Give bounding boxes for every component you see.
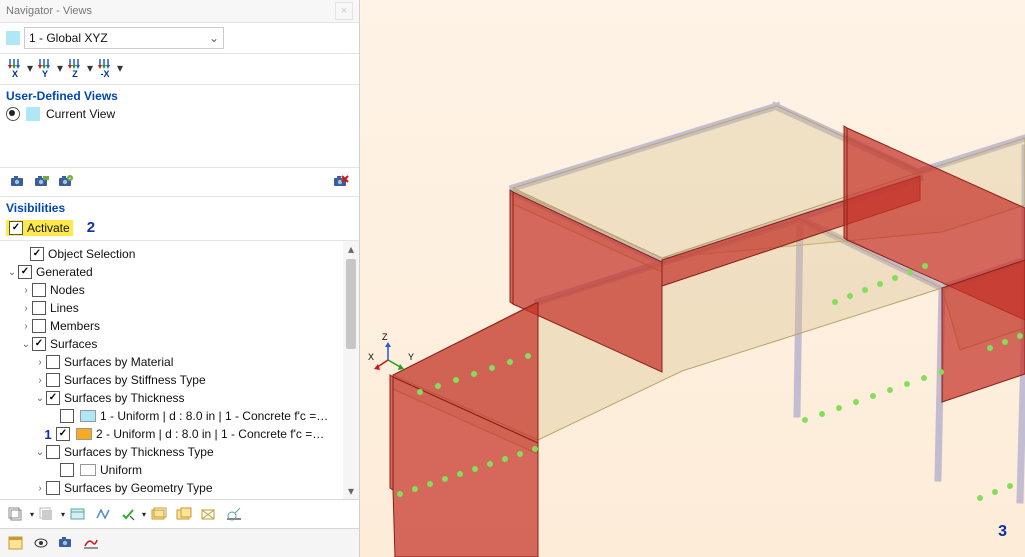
collapse-icon[interactable]: ⌄ bbox=[20, 339, 32, 350]
nodes-checkbox[interactable] bbox=[32, 283, 46, 297]
add-view-icon[interactable]: + bbox=[54, 170, 78, 194]
visibility-toolbar: ▾ ▾ ▾ bbox=[0, 499, 359, 528]
tool-7-icon[interactable] bbox=[172, 502, 196, 526]
thick1-checkbox[interactable] bbox=[60, 409, 74, 423]
expand-icon[interactable]: › bbox=[34, 357, 46, 368]
tab-views-icon[interactable] bbox=[54, 531, 78, 555]
surf-thicktype-checkbox[interactable] bbox=[46, 445, 60, 459]
tree-item-surfaces-by-material[interactable]: › Surfaces by Material bbox=[0, 353, 343, 371]
tree-item-uniform[interactable]: Uniform bbox=[0, 461, 343, 479]
tree-item-lines[interactable]: › Lines bbox=[0, 299, 343, 317]
chevron-down-icon: ⌄ bbox=[209, 31, 219, 45]
tool-5-icon[interactable] bbox=[116, 502, 140, 526]
tree-item-surfaces[interactable]: ⌄ Surfaces bbox=[0, 335, 343, 353]
axis-color-swatch bbox=[6, 31, 20, 45]
tree-item-surfaces-by-thickness[interactable]: ⌄ Surfaces by Thickness bbox=[0, 389, 343, 407]
view-negx-drop-icon[interactable]: ▾ bbox=[116, 61, 124, 75]
navigator-panel: Navigator - Views × 1 - Global XYZ ⌄ X ▾… bbox=[0, 0, 360, 557]
tool-3-icon[interactable] bbox=[66, 502, 90, 526]
view-y-button[interactable]: Y bbox=[34, 56, 56, 80]
tree-item-members[interactable]: › Members bbox=[0, 317, 343, 335]
surf-geom-checkbox[interactable] bbox=[46, 481, 60, 495]
expand-icon[interactable]: › bbox=[34, 375, 46, 386]
view-x-button[interactable]: X bbox=[4, 56, 26, 80]
expand-icon[interactable]: › bbox=[20, 303, 32, 314]
tool-8-icon[interactable] bbox=[197, 502, 221, 526]
annotation-3: 3 bbox=[998, 523, 1007, 541]
tool-2-icon[interactable] bbox=[35, 502, 59, 526]
view-x-drop-icon[interactable]: ▾ bbox=[26, 61, 34, 75]
navigator-titlebar: Navigator - Views × bbox=[0, 0, 359, 23]
view-z-drop-icon[interactable]: ▾ bbox=[86, 61, 94, 75]
thickness-2-swatch bbox=[76, 428, 92, 440]
tab-display-icon[interactable] bbox=[29, 531, 53, 555]
tree-item-nodes[interactable]: › Nodes bbox=[0, 281, 343, 299]
model-canvas bbox=[360, 0, 1025, 557]
navigator-tabs bbox=[0, 528, 359, 557]
save-view-icon[interactable] bbox=[6, 170, 30, 194]
thick2-checkbox[interactable] bbox=[56, 427, 70, 441]
tool-4-icon[interactable] bbox=[91, 502, 115, 526]
lines-checkbox[interactable] bbox=[32, 301, 46, 315]
annotation-2: 2 bbox=[87, 219, 95, 236]
tool-6-icon[interactable] bbox=[147, 502, 171, 526]
activate-checkbox[interactable] bbox=[9, 221, 23, 235]
view-z-button[interactable]: Z bbox=[64, 56, 86, 80]
object-selection-checkbox[interactable] bbox=[30, 247, 44, 261]
tab-data-icon[interactable] bbox=[4, 531, 28, 555]
tree-item-generated[interactable]: ⌄ Generated bbox=[0, 263, 343, 281]
view-y-drop-icon[interactable]: ▾ bbox=[56, 61, 64, 75]
current-view-swatch bbox=[26, 107, 40, 121]
camera-toolbar: + bbox=[0, 167, 359, 197]
current-view-label: Current View bbox=[46, 107, 115, 121]
navigator-title: Navigator - Views bbox=[6, 5, 92, 17]
current-view-row[interactable]: Current View bbox=[0, 105, 359, 125]
tool-1-icon[interactable] bbox=[4, 502, 28, 526]
tree-item-surfaces-by-thickness-type[interactable]: ⌄ Surfaces by Thickness Type bbox=[0, 443, 343, 461]
annotation-1: 1 bbox=[40, 427, 56, 442]
user-defined-views-heading: User-Defined Views bbox=[0, 85, 359, 105]
tree-item-thickness-2[interactable]: 1 2 - Uniform | d : 8.0 in | 1 - Concret… bbox=[0, 425, 343, 443]
collapse-icon[interactable]: ⌄ bbox=[34, 393, 46, 404]
members-checkbox[interactable] bbox=[32, 319, 46, 333]
tree-item-surfaces-by-stiffness[interactable]: › Surfaces by Stiffness Type bbox=[0, 371, 343, 389]
tree-item-surfaces-by-geometry[interactable]: › Surfaces by Geometry Type bbox=[0, 479, 343, 497]
view-negx-button[interactable]: -X bbox=[94, 56, 116, 80]
surf-thick-checkbox[interactable] bbox=[46, 391, 60, 405]
close-icon[interactable]: × bbox=[335, 2, 353, 20]
delete-view-icon[interactable] bbox=[329, 170, 353, 194]
surf-stiff-checkbox[interactable] bbox=[46, 373, 60, 387]
expand-icon[interactable]: › bbox=[20, 285, 32, 296]
tool-9-icon[interactable] bbox=[222, 502, 246, 526]
tab-results-icon[interactable] bbox=[79, 531, 103, 555]
scroll-up-icon[interactable]: ▴ bbox=[343, 241, 359, 257]
tree-scrollbar[interactable]: ▴ ▾ bbox=[343, 241, 359, 499]
axis-system-row: 1 - Global XYZ ⌄ bbox=[0, 23, 359, 54]
model-viewport[interactable]: Z Y X 3 bbox=[360, 0, 1025, 557]
uniform-checkbox[interactable] bbox=[60, 463, 74, 477]
scroll-thumb[interactable] bbox=[346, 259, 356, 349]
surfaces-checkbox[interactable] bbox=[32, 337, 46, 351]
activate-row: Activate 2 bbox=[0, 217, 359, 240]
tree-item-object-selection[interactable]: Object Selection bbox=[0, 245, 343, 263]
surf-material-checkbox[interactable] bbox=[46, 355, 60, 369]
axis-toolbar: X ▾ Y ▾ Z ▾ -X ▾ bbox=[0, 54, 359, 85]
scroll-down-icon[interactable]: ▾ bbox=[343, 483, 359, 499]
visibilities-heading: Visibilities bbox=[0, 197, 359, 217]
collapse-icon[interactable]: ⌄ bbox=[34, 447, 46, 458]
axis-system-dropdown[interactable]: 1 - Global XYZ ⌄ bbox=[24, 27, 224, 49]
expand-icon[interactable]: ⌄ bbox=[6, 267, 18, 278]
current-view-radio[interactable] bbox=[6, 107, 20, 121]
expand-icon[interactable]: › bbox=[20, 321, 32, 332]
svg-text:+: + bbox=[69, 176, 72, 182]
tree-item-thickness-1[interactable]: 1 - Uniform | d : 8.0 in | 1 - Concrete … bbox=[0, 407, 343, 425]
uniform-swatch bbox=[80, 464, 96, 476]
expand-icon[interactable]: › bbox=[34, 483, 46, 494]
generated-checkbox[interactable] bbox=[18, 265, 32, 279]
edit-view-icon[interactable] bbox=[30, 170, 54, 194]
axis-system-value: 1 - Global XYZ bbox=[29, 31, 108, 45]
activate-label: Activate bbox=[27, 221, 70, 235]
visibility-tree[interactable]: Object Selection ⌄ Generated › Nodes › L… bbox=[0, 241, 343, 499]
thickness-1-swatch bbox=[80, 410, 96, 422]
